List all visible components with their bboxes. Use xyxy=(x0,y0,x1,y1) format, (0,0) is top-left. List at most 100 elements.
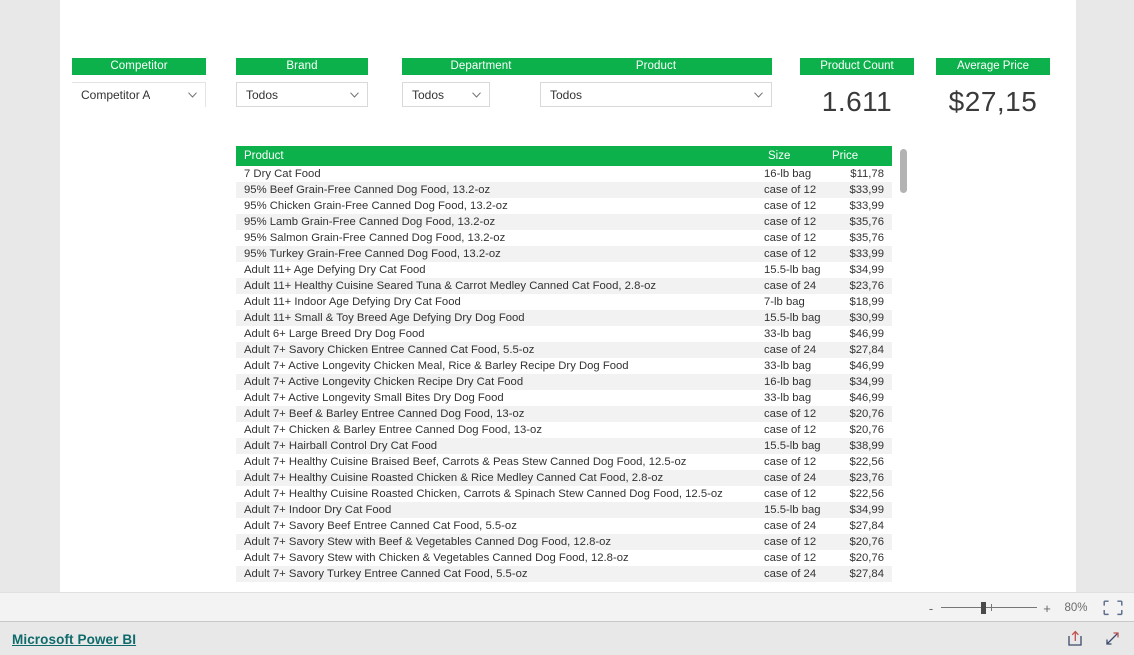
cell-price: $38,99 xyxy=(832,438,892,454)
table-row[interactable]: Adult 7+ Healthy Cuisine Roasted Chicken… xyxy=(236,486,892,502)
table-scrollbar[interactable] xyxy=(898,146,908,589)
table-scrollbar-thumb[interactable] xyxy=(900,149,907,193)
slicer-department[interactable]: Department Todos xyxy=(402,58,560,107)
cell-product: Adult 7+ Beef & Barley Entree Canned Dog… xyxy=(236,406,760,422)
cell-product: 95% Salmon Grain-Free Canned Dog Food, 1… xyxy=(244,232,506,244)
footer-actions xyxy=(1066,629,1122,648)
slicer-brand-dropdown[interactable]: Todos xyxy=(236,82,368,107)
table-row[interactable]: Adult 7+ Chicken & Barley Entree Canned … xyxy=(236,422,892,438)
zoom-control[interactable]: - + 80% xyxy=(924,593,1124,623)
table-row[interactable]: Adult 7+ Savory Chicken Entree Canned Ca… xyxy=(236,342,892,358)
cell-price: $18,99 xyxy=(849,296,884,308)
table-row[interactable]: Adult 7+ Savory Stew with Chicken & Vege… xyxy=(236,550,892,566)
table-row[interactable]: 95% Chicken Grain-Free Canned Dog Food, … xyxy=(236,198,892,214)
chevron-down-icon xyxy=(472,91,481,98)
cell-product: Adult 11+ Age Defying Dry Cat Food xyxy=(244,264,426,276)
share-icon[interactable] xyxy=(1066,629,1085,648)
kpi-card-product-count: Product Count 1.611 xyxy=(800,58,914,118)
cell-size: case of 12 xyxy=(764,424,817,436)
slicer-product[interactable]: Product Todos xyxy=(540,58,772,107)
table-row[interactable]: Adult 11+ Indoor Age Defying Dry Cat Foo… xyxy=(236,294,892,310)
cell-size: case of 24 xyxy=(764,520,817,532)
table-row[interactable]: Adult 7+ Active Longevity Chicken Recipe… xyxy=(236,374,892,390)
cell-price: $23,76 xyxy=(832,470,892,486)
table-row[interactable]: Adult 7+ Savory Beef Entree Canned Cat F… xyxy=(236,518,892,534)
slicer-brand[interactable]: Brand Todos xyxy=(236,58,368,107)
cell-price: $20,76 xyxy=(832,406,892,422)
table-row[interactable]: 95% Lamb Grain-Free Canned Dog Food, 13.… xyxy=(236,214,892,230)
cell-price: $22,56 xyxy=(849,456,884,468)
table-row[interactable]: Adult 7+ Indoor Dry Cat Food 15.5-lb bag $… xyxy=(236,502,892,518)
chevron-down-icon xyxy=(754,91,763,98)
table-row[interactable]: Adult 7+ Hairball Control Dry Cat Food 15… xyxy=(236,438,892,454)
cell-size: 33-lb bag xyxy=(764,360,812,372)
slicer-product-title: Product xyxy=(540,58,772,75)
cell-product: 95% Chicken Grain-Free Canned Dog Food, … xyxy=(244,200,508,212)
table-row[interactable]: Adult 11+ Age Defying Dry Cat Food 15.5-l… xyxy=(236,262,892,278)
table-row[interactable]: Adult 7+ Savory Stew with Beef & Vegetab… xyxy=(236,534,892,550)
cell-size: 15.5-lb bag xyxy=(760,310,832,326)
table-row[interactable]: 7 Dry Cat Food 16-lb bag $11,78 xyxy=(236,166,892,182)
zoom-in-button[interactable]: + xyxy=(1040,602,1054,615)
cell-product: Adult 7+ Indoor Dry Cat Food xyxy=(236,502,760,518)
zoom-slider-track[interactable] xyxy=(941,601,1037,615)
report-canvas: Competitor Competitor A Brand Todos Depa… xyxy=(60,0,1076,592)
cell-size: case of 12 xyxy=(760,182,832,198)
cell-product: Adult 7+ Healthy Cuisine Braised Beef, C… xyxy=(244,456,687,468)
table-row[interactable]: 95% Beef Grain-Free Canned Dog Food, 13.… xyxy=(236,182,892,198)
table-row[interactable]: Adult 7+ Savory Turkey Entree Canned Cat… xyxy=(236,566,892,582)
table-row[interactable]: Adult 11+ Small & Toy Breed Age Defying … xyxy=(236,310,892,326)
cell-price: $34,99 xyxy=(832,502,892,518)
cell-size: case of 12 xyxy=(764,488,817,500)
cell-price: $33,99 xyxy=(832,246,892,262)
table-row[interactable]: Adult 7+ Healthy Cuisine Roasted Chicken… xyxy=(236,470,892,486)
product-price-table[interactable]: Product Size Price 7 Dry Cat Food 16-lb b… xyxy=(236,146,908,589)
table-row[interactable]: Adult 7+ Beef & Barley Entree Canned Dog… xyxy=(236,406,892,422)
cell-price: $27,84 xyxy=(849,520,884,532)
column-header-price[interactable]: Price xyxy=(832,146,892,166)
cell-price: $46,99 xyxy=(849,392,884,404)
cell-price: $30,99 xyxy=(832,310,892,326)
cell-size: case of 12 xyxy=(760,214,832,230)
column-header-product[interactable]: Product xyxy=(236,146,760,166)
fit-to-page-icon[interactable] xyxy=(1102,599,1124,617)
slicer-competitor[interactable]: Competitor Competitor A xyxy=(72,58,206,107)
table-row[interactable]: 95% Turkey Grain-Free Canned Dog Food, 1… xyxy=(236,246,892,262)
slicer-department-dropdown[interactable]: Todos xyxy=(402,82,490,107)
zoom-level-label: 80% xyxy=(1064,602,1088,614)
cell-size: case of 12 xyxy=(760,534,832,550)
table-row[interactable]: Adult 7+ Healthy Cuisine Braised Beef, C… xyxy=(236,454,892,470)
kpi-product-count-value: 1.611 xyxy=(821,86,893,117)
cell-size: case of 24 xyxy=(760,470,832,486)
report-window: Competitor Competitor A Brand Todos Depa… xyxy=(0,0,1134,655)
chevron-down-icon xyxy=(188,92,197,98)
powerbi-brand-link[interactable]: Microsoft Power BI xyxy=(12,632,136,647)
slicer-product-dropdown[interactable]: Todos xyxy=(540,82,772,107)
table-row[interactable]: Adult 7+ Active Longevity Chicken Meal, … xyxy=(236,358,892,374)
zoom-slider-handle[interactable] xyxy=(981,602,986,614)
slicer-brand-title: Brand xyxy=(236,58,368,75)
cell-price: $34,99 xyxy=(849,264,884,276)
slicer-competitor-dropdown[interactable]: Competitor A xyxy=(72,82,206,107)
cell-size: 33-lb bag xyxy=(764,328,812,340)
cell-price: $27,84 xyxy=(832,342,892,358)
column-header-size[interactable]: Size xyxy=(760,146,832,166)
kpi-average-price-title: Average Price xyxy=(936,58,1050,75)
cell-price: $20,76 xyxy=(849,424,884,436)
table-row[interactable]: Adult 7+ Active Longevity Small Bites Dr… xyxy=(236,390,892,406)
kpi-card-average-price: Average Price $27,15 xyxy=(936,58,1050,118)
table-header-row: Product Size Price xyxy=(236,146,892,166)
cell-product: Adult 7+ Savory Stew with Chicken & Vege… xyxy=(244,552,629,564)
cell-price: $27,84 xyxy=(832,566,892,582)
table-row[interactable]: 95% Salmon Grain-Free Canned Dog Food, 1… xyxy=(236,230,892,246)
table-row[interactable]: Adult 11+ Healthy Cuisine Seared Tuna & … xyxy=(236,278,892,294)
slicer-product-value: Todos xyxy=(550,87,583,102)
fullscreen-icon[interactable] xyxy=(1103,629,1122,648)
table-row[interactable]: Adult 6+ Large Breed Dry Dog Food 33-lb b… xyxy=(236,326,892,342)
zoom-slider-tick xyxy=(991,604,992,611)
zoom-slider-rail xyxy=(941,607,1037,608)
zoom-out-button[interactable]: - xyxy=(924,602,938,615)
cell-price: $33,99 xyxy=(832,182,892,198)
chevron-down-icon xyxy=(350,91,359,98)
cell-price: $20,76 xyxy=(849,552,884,564)
